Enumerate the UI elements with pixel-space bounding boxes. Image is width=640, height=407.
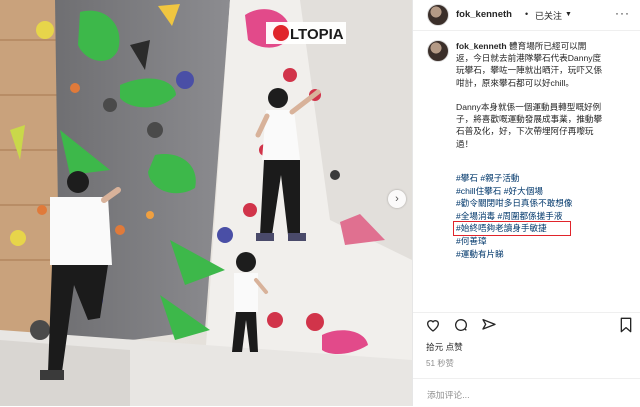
caption-line: Danny本身就係一個運動員轉型嘅好例 (456, 102, 602, 113)
highlight-box (453, 221, 571, 236)
separator: • (525, 9, 529, 19)
comment-input[interactable]: 添加评论... (427, 388, 470, 401)
caption-line: 子，將喜歡嘅運動發展成事業，推動攀 (456, 114, 603, 125)
hashtag-line[interactable]: #chill住攀石 #好大個場 (456, 185, 636, 198)
follow-status-button[interactable]: 已关注 (535, 9, 562, 22)
caption-line: 體育場所已經可以開 (509, 41, 587, 51)
post-detail-panel: fok_kenneth • 已关注 ▼ ··· fok_kenneth 體育場所… (412, 0, 640, 406)
caption-avatar[interactable] (427, 40, 449, 62)
hashtag-line[interactable]: #攀石 #親子活動 (456, 172, 636, 185)
heart-icon[interactable] (425, 317, 441, 338)
chevron-down-icon[interactable]: ▼ (565, 11, 572, 18)
caption-line: 玩攀石，攀咗一陣就出晒汗，玩吓又係 (456, 65, 603, 76)
hashtag-line[interactable]: #何善璋 (456, 235, 636, 248)
share-icon[interactable] (481, 317, 497, 338)
likers-text[interactable]: 拾元 点赞 (426, 341, 463, 353)
comment-icon[interactable] (453, 317, 469, 338)
hashtag-line[interactable]: #運動有片睇 (456, 248, 636, 261)
bookmark-icon[interactable] (619, 317, 633, 338)
username[interactable]: fok_kenneth (456, 9, 512, 20)
hashtag-list: #攀石 #親子活動 #chill住攀石 #好大個場 #勸令關閉咁多日真係不敢想像… (456, 172, 636, 260)
caption-line: 石普及化，好，下次帶埋阿仔再嚟玩 (456, 126, 594, 137)
likes-count: 51 秒赞 (426, 359, 454, 368)
more-options-button[interactable]: ··· (615, 6, 630, 20)
post-header: fok_kenneth • 已关注 ▼ ··· (413, 0, 640, 31)
caption-line: 返，今日就去前港隊攀石代表Danny度 (456, 53, 602, 64)
post-photo[interactable]: LTOPIA › (0, 0, 412, 406)
caption: fok_kenneth 體育場所已經可以開 返，今日就去前港隊攀石代表Danny… (456, 40, 636, 150)
climbing-wall-image: LTOPIA (0, 0, 412, 406)
hashtag-line[interactable]: #勸令關閉咁多日真係不敢想像 (456, 197, 636, 210)
comment-box: 添加评论... (413, 378, 640, 407)
next-photo-button[interactable]: › (388, 190, 406, 208)
caption-line: 過！ (456, 138, 474, 149)
caption-line: 咁計，原來攀石都可以好chill。 (456, 77, 574, 88)
action-bar (413, 312, 640, 337)
caption-username[interactable]: fok_kenneth (456, 41, 507, 51)
gym-sign-text: LTOPIA (290, 26, 344, 43)
avatar[interactable] (427, 4, 449, 26)
chevron-right-icon: › (395, 193, 399, 205)
